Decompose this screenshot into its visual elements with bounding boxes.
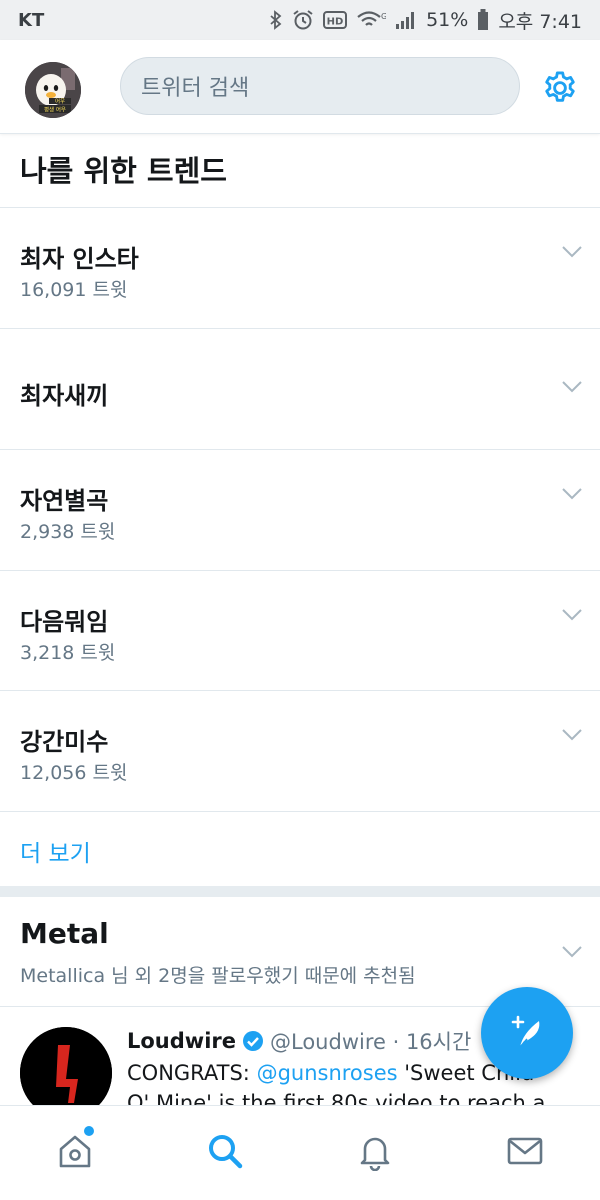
section-separator — [0, 886, 600, 897]
svg-text:평생 어우: 평생 어우 — [44, 106, 66, 114]
gear-icon[interactable] — [541, 69, 579, 107]
trend-name: 강간미수 — [20, 728, 109, 756]
tweet-mention-link[interactable]: @gunsnroses — [257, 1061, 398, 1085]
trend-item-3[interactable]: 자연별곡 2,938 트윗 — [0, 450, 600, 570]
trend-tweet-count: 12,056 트윗 — [20, 762, 128, 784]
tweet-text: CONGRATS: — [127, 1061, 257, 1085]
trend-item-5[interactable]: 강간미수 12,056 트윗 — [0, 691, 600, 811]
search-placeholder: 트위터 검색 — [141, 76, 250, 101]
trend-name: 다음뭐임 — [20, 608, 109, 636]
trend-name: 자연별곡 — [20, 487, 109, 515]
svg-text:어우: 어우 — [55, 97, 65, 105]
bottom-navigation — [0, 1105, 600, 1200]
show-more-link[interactable]: 더 보기 — [20, 834, 91, 868]
chevron-down-icon[interactable] — [561, 945, 583, 959]
tweet-header: Loudwire @Loudwire · 16시간 — [127, 1026, 471, 1056]
profile-avatar[interactable]: 어우 평생 어우 — [25, 62, 81, 118]
hd-icon: HD — [323, 11, 348, 29]
trend-item-2[interactable]: 최자새끼 — [0, 329, 600, 449]
divider — [0, 811, 600, 812]
bell-icon[interactable] — [355, 1131, 395, 1171]
home-icon[interactable] — [55, 1131, 95, 1171]
clock: 오후 7:41 — [498, 10, 582, 33]
tweet-handle-time: @Loudwire · 16시간 — [270, 1030, 472, 1054]
chevron-down-icon[interactable] — [561, 728, 583, 742]
status-bar: KT HD G 51% 오후 7:41 — [0, 0, 600, 40]
trend-tweet-count: 3,218 트윗 — [20, 642, 116, 664]
bluetooth-icon — [270, 10, 282, 30]
tweet-text-line-1: CONGRATS: @gunsnroses 'Sweet Child — [127, 1061, 534, 1085]
trend-name: 최자새끼 — [20, 382, 109, 410]
tweet-text-line-2: O' Mine' is the first 80s video to reach… — [127, 1091, 546, 1105]
search-input[interactable]: 트위터 검색 — [120, 57, 520, 115]
compose-tweet-button[interactable] — [481, 987, 573, 1079]
topic-reason: Metallica 님 외 2명을 팔로우했기 때문에 추천됨 — [20, 965, 416, 987]
tweet-author-name[interactable]: Loudwire — [127, 1029, 236, 1053]
top-header: 어우 평생 어우 트위터 검색 — [0, 40, 600, 134]
trend-tweet-count: 16,091 트윗 — [20, 279, 128, 301]
signal-icon — [396, 12, 415, 29]
status-icons: HD G 51% 오후 7:41 — [269, 7, 582, 34]
svg-text:G: G — [381, 12, 386, 21]
wifi-icon: G — [357, 11, 386, 26]
avatar-image: 어우 평생 어우 — [25, 62, 81, 118]
verified-badge-icon — [243, 1031, 263, 1051]
trends-title: 나를 위한 트렌드 — [20, 154, 227, 188]
trend-item-4[interactable]: 다음뭐임 3,218 트윗 — [0, 571, 600, 691]
chevron-down-icon[interactable] — [561, 380, 583, 394]
svg-text:HD: HD — [327, 17, 344, 28]
trend-item-1[interactable]: 최자 인스타 16,091 트윗 — [0, 208, 600, 328]
compose-tweet-icon — [511, 1015, 540, 1048]
trend-tweet-count: 2,938 트윗 — [20, 521, 116, 543]
battery-icon — [478, 9, 489, 30]
search-icon[interactable] — [205, 1131, 245, 1171]
chevron-down-icon[interactable] — [561, 608, 583, 622]
chevron-down-icon[interactable] — [561, 245, 583, 259]
alarm-icon — [293, 10, 313, 30]
mail-icon[interactable] — [505, 1131, 545, 1171]
chevron-down-icon[interactable] — [561, 487, 583, 501]
carrier-label: KT — [18, 9, 45, 31]
topic-title: Metal — [20, 917, 109, 950]
battery-percent: 51% — [426, 9, 469, 31]
home-notification-dot — [84, 1126, 94, 1136]
trend-name: 최자 인스타 — [20, 245, 139, 273]
